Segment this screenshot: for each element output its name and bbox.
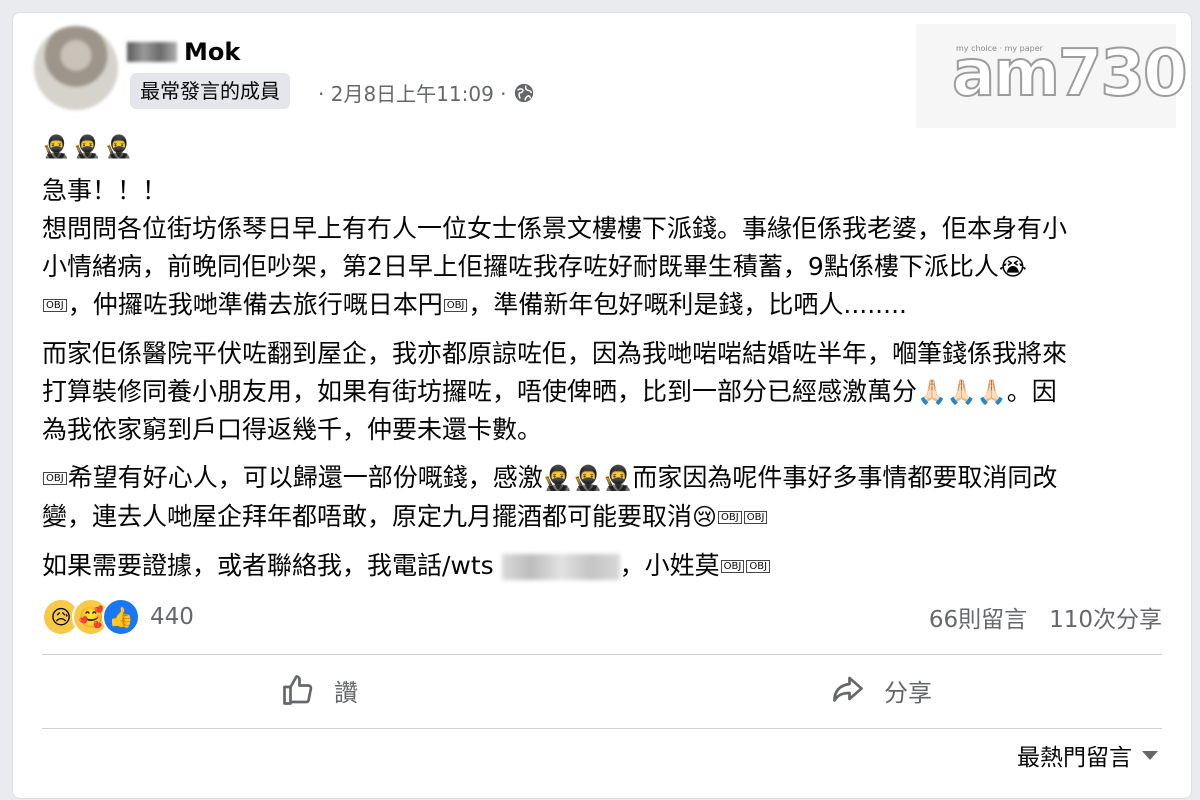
text-line: 而家因為呢件事好多事情都要取消同改 bbox=[632, 463, 1058, 492]
text-line: 打算裝修同養小朋友用，如果有街坊攞咗，唔使俾晒，比到一部分已經感激萬分 bbox=[42, 377, 918, 406]
ninja-emoji-icon: 🥷 bbox=[602, 464, 633, 492]
phone-number-blurred bbox=[501, 554, 620, 580]
crying-emoji-icon: 😭 bbox=[998, 253, 1027, 281]
paragraph-3: OBJ 希望有好心人，可以歸還一部份嘅錢，感激🥷🥷🥷而家因為呢件事好多事情都要取消… bbox=[42, 459, 1162, 537]
text-line: 而家佢係醫院平伏咗翻到屋企，我亦都原諒咗佢，因為我哋啱啱結婚咗半年，嗰筆錢係我將… bbox=[42, 339, 1068, 368]
text-line: ，準備新年包好嘅利是錢，比哂人........ bbox=[468, 290, 907, 319]
text-line: 變，連去人哋屋企拜年都唔敢，原定九月擺酒都可能要取消 bbox=[42, 502, 693, 531]
ninja-emoji-icon: 🥷 bbox=[42, 135, 70, 160]
comments-sort-dropdown[interactable]: 最熱門留言 bbox=[1017, 738, 1158, 772]
ninja-emoji-icon: 🥷 bbox=[104, 135, 133, 160]
obj-placeholder: OBJ bbox=[43, 299, 67, 312]
pray-emoji-icon: 🙏🏻 bbox=[917, 378, 947, 406]
text-line: ，小姓莫 bbox=[619, 551, 720, 580]
paragraph-4: 如果需要證據，或者聯絡我，我電話/wts ，小姓莫 OBJ OBJ bbox=[42, 547, 1162, 586]
paragraph-2: 而家佢係醫院平伏咗翻到屋企，我亦都原諒咗佢，因為我哋啱啱結婚咗半年，嗰筆錢係我將… bbox=[42, 335, 1162, 449]
share-count[interactable]: 110次分享 bbox=[1049, 600, 1162, 634]
share-label: 分享 bbox=[884, 678, 932, 707]
text-line: 希望有好心人，可以歸還一部份嘅錢，感激 bbox=[67, 463, 543, 492]
text-line: ，仲攞咗我哋準備去旅行嘅日本円 bbox=[67, 290, 443, 319]
like-reaction-icon: 👍 bbox=[102, 598, 140, 636]
obj-placeholder: OBJ bbox=[720, 560, 745, 573]
share-button[interactable]: 分享 bbox=[830, 672, 932, 708]
post-timestamp[interactable]: · 2月8日上午11:09 · bbox=[318, 78, 507, 107]
reactions-summary[interactable]: 😥 🥰 👍 440 bbox=[42, 598, 194, 636]
text-line: 為我依家窮到戶口得返幾千，仲要未還卡數。 bbox=[42, 415, 543, 444]
obj-placeholder: OBJ bbox=[743, 511, 768, 524]
post-stats: 66則留言 110次分享 bbox=[929, 600, 1162, 634]
author-avatar[interactable] bbox=[34, 26, 118, 110]
author-name[interactable]: Mok bbox=[184, 38, 240, 66]
share-icon bbox=[833, 676, 863, 702]
ninja-emoji-icon: 🥷 bbox=[542, 464, 573, 492]
emoji-header: 🥷 🥷 🥷 bbox=[42, 130, 1162, 166]
post-meta: · 2月8日上午11:09 · bbox=[318, 78, 535, 107]
comment-count[interactable]: 66則留言 bbox=[929, 600, 1027, 634]
obj-placeholder: OBJ bbox=[746, 560, 771, 573]
divider bbox=[42, 654, 1162, 655]
caret-down-icon bbox=[1142, 750, 1158, 760]
text-line: 小情緒病，前晚同佢吵架，第2日早上佢攞咗我存咗好耐既畢生積蓄，9點係樓下派比人 bbox=[42, 252, 999, 281]
text-line: 想問問各位街坊係琴日早上有冇人一位女士係景文樓樓下派錢。事緣佢係我老婆，佢本身有… bbox=[42, 214, 1068, 243]
thumbs-up-icon bbox=[283, 675, 313, 705]
text-line: 急事！！！ bbox=[42, 176, 168, 205]
comments-sort-label: 最熱門留言 bbox=[1017, 745, 1132, 771]
paragraph-1: 急事！！！ 想問問各位街坊係琴日早上有冇人一位女士係景文樓樓下派錢。事緣佢係我老… bbox=[42, 172, 1162, 325]
pray-emoji-icon: 🙏🏻 bbox=[946, 378, 977, 406]
obj-placeholder: OBJ bbox=[443, 299, 468, 312]
ninja-emoji-icon: 🥷 bbox=[572, 464, 603, 492]
like-label: 讚 bbox=[334, 678, 358, 707]
sad-emoji-icon: 😢 bbox=[692, 503, 718, 531]
pray-emoji-icon: 🙏🏻 bbox=[976, 378, 1007, 406]
ninja-emoji-icon: 🥷 bbox=[73, 135, 101, 160]
am730-watermark: am730 my choice · my paper bbox=[916, 24, 1188, 128]
divider bbox=[42, 728, 1162, 729]
text-line: 。因 bbox=[1006, 377, 1057, 406]
like-button[interactable]: 讚 bbox=[280, 672, 358, 708]
author-name-blurred bbox=[127, 42, 177, 62]
obj-placeholder: OBJ bbox=[43, 472, 67, 485]
post-body: 🥷 🥷 🥷 急事！！！ 想問問各位街坊係琴日早上有冇人一位女士係景文樓樓下派錢。… bbox=[42, 130, 1162, 596]
reaction-count[interactable]: 440 bbox=[150, 604, 194, 630]
text-line: 如果需要證據，或者聯絡我，我電話/wts bbox=[42, 551, 494, 580]
member-badge[interactable]: 最常發言的成員 bbox=[130, 73, 290, 109]
globe-icon[interactable] bbox=[513, 82, 535, 104]
am730-tagline: my choice · my paper bbox=[956, 44, 1043, 53]
obj-placeholder: OBJ bbox=[718, 511, 742, 524]
